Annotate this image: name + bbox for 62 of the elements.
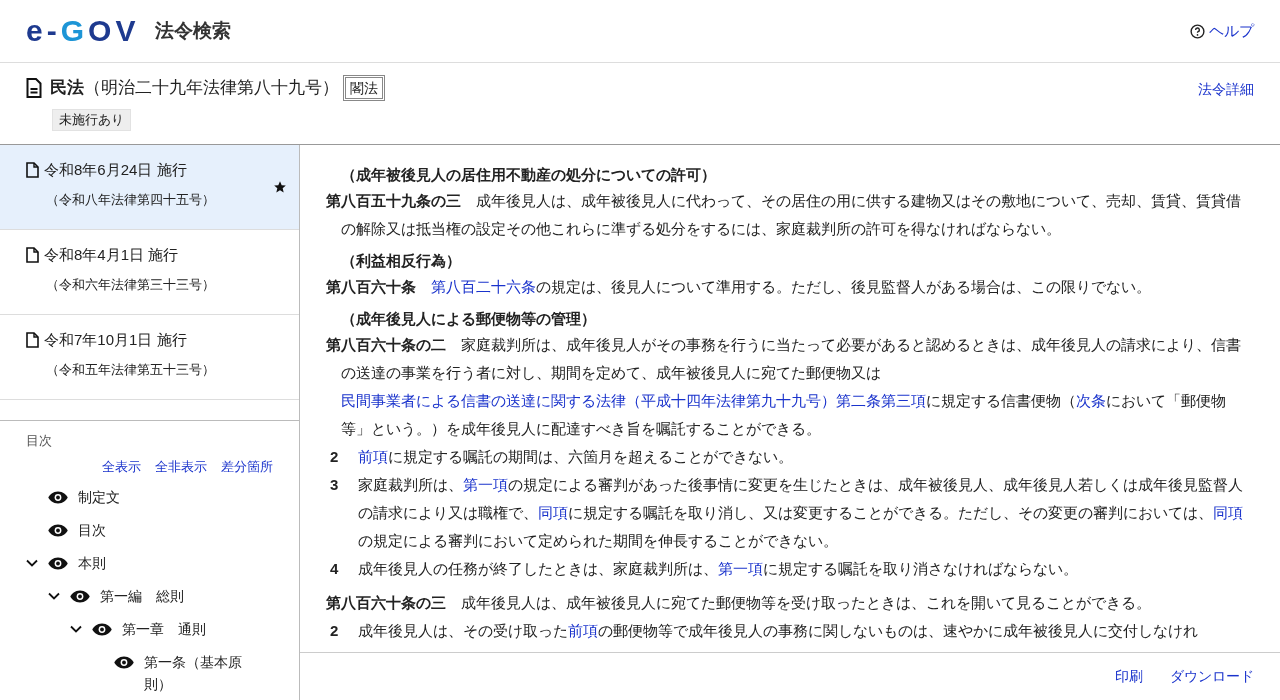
version-law-number: （令和六年法律第三十三号） xyxy=(46,275,216,294)
toc-item[interactable]: 本則 xyxy=(78,552,256,574)
article-caption: （成年被後見人の居住用不動産の処分についての許可） xyxy=(340,165,717,185)
law-name: 民法 xyxy=(50,77,84,100)
article-paragraph: 2 成年後見人は、その受け取った前項の郵便物等で成年後見人の事務に関しないものは、速やかに成年被後見人に交付しなけれ xyxy=(329,621,1199,641)
inline-link[interactable]: 民間事業者による信書の送達に関する法律（平成十四年法律第九十九号）第二条第三項 xyxy=(341,392,926,409)
article-paragraph: 第八百五十九条の三 成年後見人は、成年被後見人に代わって、その居住の用に供する建物又はその敷地について、売却、賃貸、賃貸借の解除又は抵当権の設定その他これらに準ずる処分をするには、家庭裁判所の許可を得なければならない。 xyxy=(326,191,1242,239)
version-date: 令和8年4月1日 施行 xyxy=(44,245,179,265)
toc-item[interactable]: 制定文 xyxy=(78,486,256,508)
chevron-down-icon[interactable] xyxy=(26,559,38,567)
law-type-badge: 閣法 xyxy=(343,75,385,101)
article-caption: （成年後見人による郵便物等の管理） xyxy=(340,309,597,329)
help-link[interactable]: ヘルプ xyxy=(1190,19,1254,43)
status-tag: 未施行あり xyxy=(52,109,131,131)
toc-action-link[interactable]: 全非表示 xyxy=(155,456,207,476)
article-paragraph: 4 成年後見人の任務が終了したときは、家庭裁判所は、第一項に規定する嘱託を取り消さなければならない。 xyxy=(329,559,1079,579)
inline-link[interactable]: 前項 xyxy=(358,448,388,465)
eye-icon[interactable] xyxy=(92,622,112,636)
article-paragraph: 3 家庭裁判所は、第一項の規定による審判があった後事情に変更を生じたときは、成年被後見人、成年後見人若しくは成年後見監督人の請求により又は職権で、同項に規定する嘱託を取り消し、又は変更することができる。ただし、その変更の審判においては、同項 の規定による審判において定められた期間を伸長することができない。 xyxy=(329,475,1244,551)
inline-link[interactable]: 同項 xyxy=(538,504,568,521)
service-title: 法令検索 xyxy=(155,18,232,43)
toc-title: 目次 xyxy=(26,432,53,450)
version-date: 令和8年6月24日 施行 xyxy=(44,160,187,180)
chevron-down-icon[interactable] xyxy=(70,625,82,633)
document-icon xyxy=(26,162,39,179)
version-law-number: （令和八年法律第四十五号） xyxy=(46,190,216,209)
toc-item[interactable]: 第一章 通則 xyxy=(122,618,256,640)
footer-link[interactable]: 印刷 xyxy=(1115,666,1143,687)
law-number: （明治二十九年法律第八十九号） xyxy=(84,77,339,100)
inline-link[interactable]: 同項 xyxy=(1213,504,1243,521)
article-paragraph: 第八百六十条の二 家庭裁判所は、成年後見人がその事務を行うに当たって必要があると認めるときは、成年後見人の請求により、信書の送達の事業を行う者に対し、期間を定めて、成年被後見人に宛てた郵便物又は 民間事業者による信書の送達に関する法律（平成十四年法律第九十九号）第二条第三項に規定する信書便物（次条において「郵便物等」という。）を成年後見人に配達すべき旨を嘱託することができる。 xyxy=(326,335,1242,439)
article-paragraph: 第八百六十条の三 成年後見人は、成年被後見人に宛てた郵便物等を受け取ったときは、これを開いて見ることができる。 xyxy=(326,593,1152,613)
article-paragraph: 2 前項に規定する嘱託の期間は、六箇月を超えることができない。 xyxy=(329,447,794,467)
help-icon xyxy=(1190,23,1205,39)
inline-link[interactable]: 第一項 xyxy=(463,476,508,493)
eye-icon[interactable] xyxy=(70,589,90,603)
inline-link[interactable]: 前項 xyxy=(568,622,598,639)
version-law-number: （令和五年法律第五十三号） xyxy=(46,360,216,379)
chevron-down-icon[interactable] xyxy=(48,592,60,600)
eye-icon[interactable] xyxy=(48,490,68,504)
inline-link[interactable]: 次条 xyxy=(1076,392,1106,409)
eye-icon[interactable] xyxy=(114,655,134,669)
version-date: 令和7年10月1日 施行 xyxy=(44,330,187,350)
inline-link[interactable]: 第八百二十六条 xyxy=(431,278,536,295)
eye-icon[interactable] xyxy=(48,556,68,570)
document-icon xyxy=(26,78,42,98)
article-paragraph: 第八百六十条 第八百二十六条の規定は、後見人について準用する。ただし、後見監督人がある場合は、この限りでない。 xyxy=(326,277,1152,297)
article-caption: （利益相反行為） xyxy=(340,251,462,271)
footer-link[interactable]: ダウンロード xyxy=(1170,666,1254,687)
toc-item[interactable]: 第一編 総則 xyxy=(100,585,256,607)
star-icon xyxy=(273,180,287,194)
toc-action-link[interactable]: 全表示 xyxy=(102,456,141,476)
toc-item[interactable]: 目次 xyxy=(78,519,256,541)
logo[interactable]: e-GOV xyxy=(26,16,140,46)
inline-link[interactable]: 第一項 xyxy=(718,560,763,577)
toc-item[interactable]: 第一条（基本原則） xyxy=(144,651,256,695)
version-item[interactable]: 令和8年6月24日 施行 （令和八年法律第四十五号） xyxy=(0,145,299,230)
eye-icon[interactable] xyxy=(48,523,68,537)
law-details-link[interactable]: 法令詳細 xyxy=(1198,75,1254,144)
document-icon xyxy=(26,332,39,349)
toc-action-link[interactable]: 差分箇所 xyxy=(221,456,273,476)
document-icon xyxy=(26,247,39,264)
